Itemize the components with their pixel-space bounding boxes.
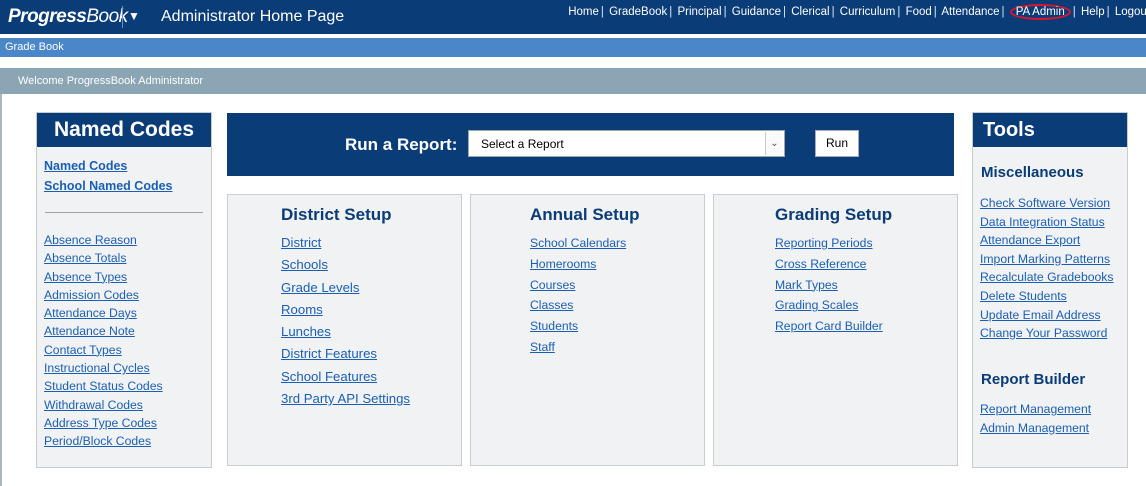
report-select-value: Select a Report [481,137,564,151]
named-codes-title: Named Codes [37,113,211,147]
nav-guidance[interactable]: Guidance [732,6,781,18]
tools-panel: Tools Miscellaneous Check Software Versi… [972,112,1128,468]
homerooms-link[interactable]: Homerooms [530,257,596,271]
nav-curriculum[interactable]: Curriculum [840,6,896,18]
chevron-down-icon[interactable]: ⌄ [765,132,783,155]
nav-principal[interactable]: Principal [677,6,721,18]
code-period-block-codes[interactable]: Period/Block Codes [44,434,151,448]
nav-gradebook[interactable]: GradeBook [609,6,667,18]
top-header: ProgressBook ▼ Administrator Home Page H… [0,0,1146,34]
schools-link[interactable]: Schools [281,257,328,272]
district-setup-title: District Setup [281,205,392,224]
gradebook-bar: Grade Book [0,38,1146,57]
import-marking-patterns-link[interactable]: Import Marking Patterns [980,252,1110,266]
code-attendance-note[interactable]: Attendance Note [44,324,135,338]
code-address-type-codes[interactable]: Address Type Codes [44,416,157,430]
delete-students-link[interactable]: Delete Students [980,289,1067,303]
nav-logout[interactable]: Logout [1115,6,1146,18]
named-codes-link[interactable]: Named Codes [44,159,127,173]
annual-setup-panel: Annual Setup School Calendars Homerooms … [470,194,705,466]
divider [45,212,203,213]
page-title: Administrator Home Page [161,8,345,25]
data-integration-status-link[interactable]: Data Integration Status [980,215,1105,229]
run-report-bar: Run a Report: Select a Report ⌄ Run [227,113,954,176]
code-absence-types[interactable]: Absence Types [44,270,127,284]
district-link[interactable]: District [281,235,321,250]
code-contact-types[interactable]: Contact Types [44,343,122,357]
gradebook-label[interactable]: Grade Book [5,41,64,53]
chevron-down-icon[interactable]: ▼ [128,9,140,23]
code-admission-codes[interactable]: Admission Codes [44,288,139,302]
annual-setup-title: Annual Setup [530,205,640,224]
district-features-link[interactable]: District Features [281,346,377,361]
nav-pa-admin[interactable]: PA Admin [1009,4,1071,20]
check-software-version-link[interactable]: Check Software Version [980,196,1110,210]
grading-setup-title: Grading Setup [775,205,893,224]
code-student-status-codes[interactable]: Student Status Codes [44,379,163,393]
logo-divider [122,6,123,28]
grading-scales-link[interactable]: Grading Scales [775,298,858,312]
school-named-codes-link[interactable]: School Named Codes [44,179,173,193]
nav-food[interactable]: Food [906,6,932,18]
reporting-periods-link[interactable]: Reporting Periods [775,236,873,250]
run-report-label: Run a Report: [345,135,458,154]
third-party-api-settings-link[interactable]: 3rd Party API Settings [281,391,410,406]
admin-management-link[interactable]: Admin Management [980,421,1089,435]
nav-attendance[interactable]: Attendance [941,6,999,18]
update-email-address-link[interactable]: Update Email Address [980,308,1101,322]
report-management-link[interactable]: Report Management [980,402,1091,416]
attendance-export-link[interactable]: Attendance Export [980,233,1080,247]
code-absence-totals[interactable]: Absence Totals [44,251,126,265]
miscellaneous-title: Miscellaneous [981,164,1084,181]
named-codes-panel: Named Codes Named Codes School Named Cod… [36,112,212,468]
classes-link[interactable]: Classes [530,298,573,312]
welcome-text: Welcome ProgressBook Administrator [18,75,204,87]
mark-types-link[interactable]: Mark Types [775,278,838,292]
run-button[interactable]: Run [815,130,859,157]
code-attendance-days[interactable]: Attendance Days [44,306,137,320]
school-calendars-link[interactable]: School Calendars [530,236,626,250]
school-features-link[interactable]: School Features [281,369,377,384]
left-border [0,94,2,486]
staff-link[interactable]: Staff [530,340,555,354]
report-select[interactable]: Select a Report ⌄ [468,130,785,157]
lunches-link[interactable]: Lunches [281,324,331,339]
nav-home[interactable]: Home [568,6,599,18]
code-withdrawal-codes[interactable]: Withdrawal Codes [44,398,143,412]
report-builder-title: Report Builder [981,371,1086,388]
district-setup-panel: District Setup District Schools Grade Le… [227,194,462,466]
tools-title: Tools [973,113,1127,147]
code-absence-reason[interactable]: Absence Reason [44,233,137,247]
change-your-password-link[interactable]: Change Your Password [980,326,1107,340]
rooms-link[interactable]: Rooms [281,302,323,317]
report-card-builder-link[interactable]: Report Card Builder [775,319,883,333]
cross-reference-link[interactable]: Cross Reference [775,257,866,271]
top-nav: Home | GradeBook | Principal | Guidance | Cl… [568,4,1146,20]
welcome-bar: Welcome ProgressBook Administrator [0,68,1146,94]
progressbook-logo[interactable]: ProgressBook [8,6,128,28]
courses-link[interactable]: Courses [530,278,575,292]
code-instructional-cycles[interactable]: Instructional Cycles [44,361,150,375]
students-link[interactable]: Students [530,319,578,333]
nav-clerical[interactable]: Clerical [791,6,829,18]
nav-help[interactable]: Help [1081,6,1105,18]
grade-levels-link[interactable]: Grade Levels [281,280,359,295]
recalculate-gradebooks-link[interactable]: Recalculate Gradebooks [980,270,1113,284]
grading-setup-panel: Grading Setup Reporting Periods Cross Re… [713,194,958,466]
